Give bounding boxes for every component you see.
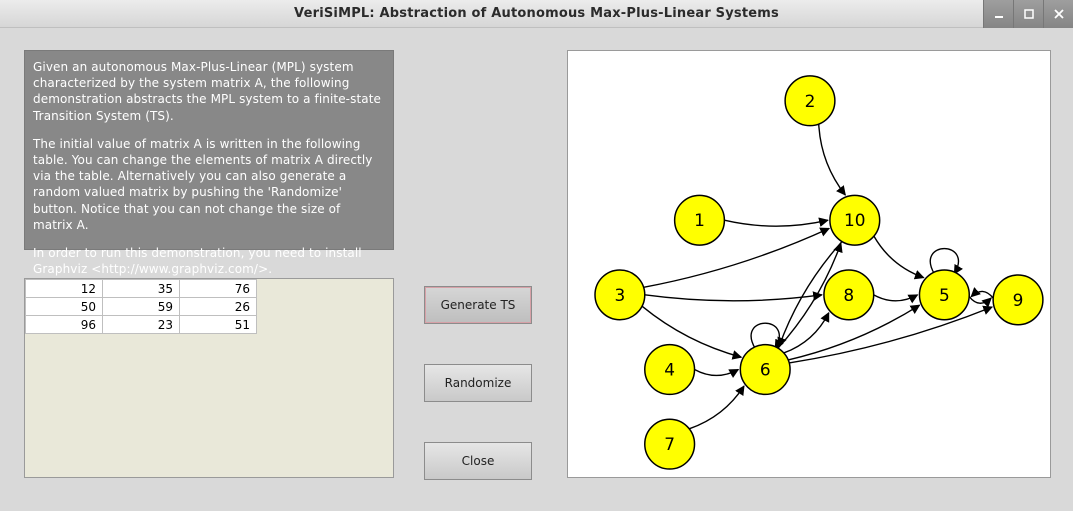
table-row: 123576	[26, 280, 257, 298]
graph-node: 2	[785, 76, 835, 126]
description-p3: In order to run this demonstration, you …	[33, 245, 383, 277]
graph-node-label: 1	[694, 210, 705, 230]
graph-node: 5	[919, 270, 969, 320]
table-row: 505926	[26, 298, 257, 316]
matrix-table-container: 123576505926962351	[24, 278, 394, 478]
graph-node-label: 9	[1013, 290, 1024, 310]
generate-ts-button[interactable]: Generate TS	[424, 286, 532, 324]
maximize-icon	[1023, 8, 1035, 20]
graph-edge	[645, 295, 822, 301]
graph-edge	[874, 236, 924, 278]
matrix-cell[interactable]: 50	[26, 298, 103, 316]
matrix-cell[interactable]: 59	[103, 298, 180, 316]
graph-node-label: 7	[664, 434, 675, 454]
graph-edge	[874, 295, 918, 301]
client-area: Given an autonomous Max-Plus-Linear (MPL…	[0, 28, 1073, 511]
graph-node-label: 8	[843, 285, 854, 305]
graph-edge	[695, 370, 739, 376]
window-title: VeriSiMPL: Abstraction of Autonomous Max…	[0, 6, 1073, 21]
buttons-column: Generate TS Randomize Close	[424, 286, 532, 480]
window-controls	[983, 0, 1073, 28]
randomize-button[interactable]: Randomize	[424, 364, 532, 402]
graph-node-label: 10	[844, 210, 866, 230]
graph-edge	[724, 220, 828, 226]
graph-node: 7	[645, 419, 695, 469]
titlebar: VeriSiMPL: Abstraction of Autonomous Max…	[0, 0, 1073, 28]
matrix-cell[interactable]: 12	[26, 280, 103, 298]
matrix-cell[interactable]: 26	[180, 298, 257, 316]
transition-system-graph: 1 2 3 4 5 6 7 8 9 10	[568, 51, 1050, 477]
graph-node: 9	[993, 275, 1043, 325]
graph-node: 3	[595, 270, 645, 320]
description-p1: Given an autonomous Max-Plus-Linear (MPL…	[33, 59, 383, 124]
graph-edge	[644, 228, 830, 287]
graph-node: 6	[740, 345, 790, 395]
graph-node: 8	[824, 270, 874, 320]
matrix-cell[interactable]: 76	[180, 280, 257, 298]
matrix-cell[interactable]: 35	[103, 280, 180, 298]
graph-node-label: 2	[805, 91, 816, 111]
matrix-cell[interactable]: 51	[180, 316, 257, 334]
graph-node: 1	[675, 195, 725, 245]
minimize-button[interactable]	[983, 0, 1013, 28]
graph-panel: 1 2 3 4 5 6 7 8 9 10	[567, 50, 1051, 478]
graph-node: 4	[645, 345, 695, 395]
close-button[interactable]: Close	[424, 442, 532, 480]
graph-node-label: 5	[939, 285, 950, 305]
close-icon	[1053, 8, 1065, 20]
graph-edge	[789, 307, 992, 363]
table-row: 962351	[26, 316, 257, 334]
graph-edge	[689, 386, 744, 429]
graph-edge	[971, 291, 993, 298]
maximize-button[interactable]	[1013, 0, 1043, 28]
close-window-button[interactable]	[1043, 0, 1073, 28]
matrix-cell[interactable]: 23	[103, 316, 180, 334]
graph-node-label: 4	[664, 360, 675, 380]
graph-node: 10	[830, 195, 880, 245]
description-p2: The initial value of matrix A is written…	[33, 136, 383, 233]
matrix-cell[interactable]: 96	[26, 316, 103, 334]
matrix-table[interactable]: 123576505926962351	[25, 279, 257, 334]
graph-edge	[969, 297, 991, 304]
graph-edge	[819, 124, 846, 195]
description-panel: Given an autonomous Max-Plus-Linear (MPL…	[24, 50, 394, 250]
graph-node-label: 6	[760, 360, 771, 380]
graph-node-label: 3	[615, 285, 626, 305]
minimize-icon	[993, 8, 1005, 20]
